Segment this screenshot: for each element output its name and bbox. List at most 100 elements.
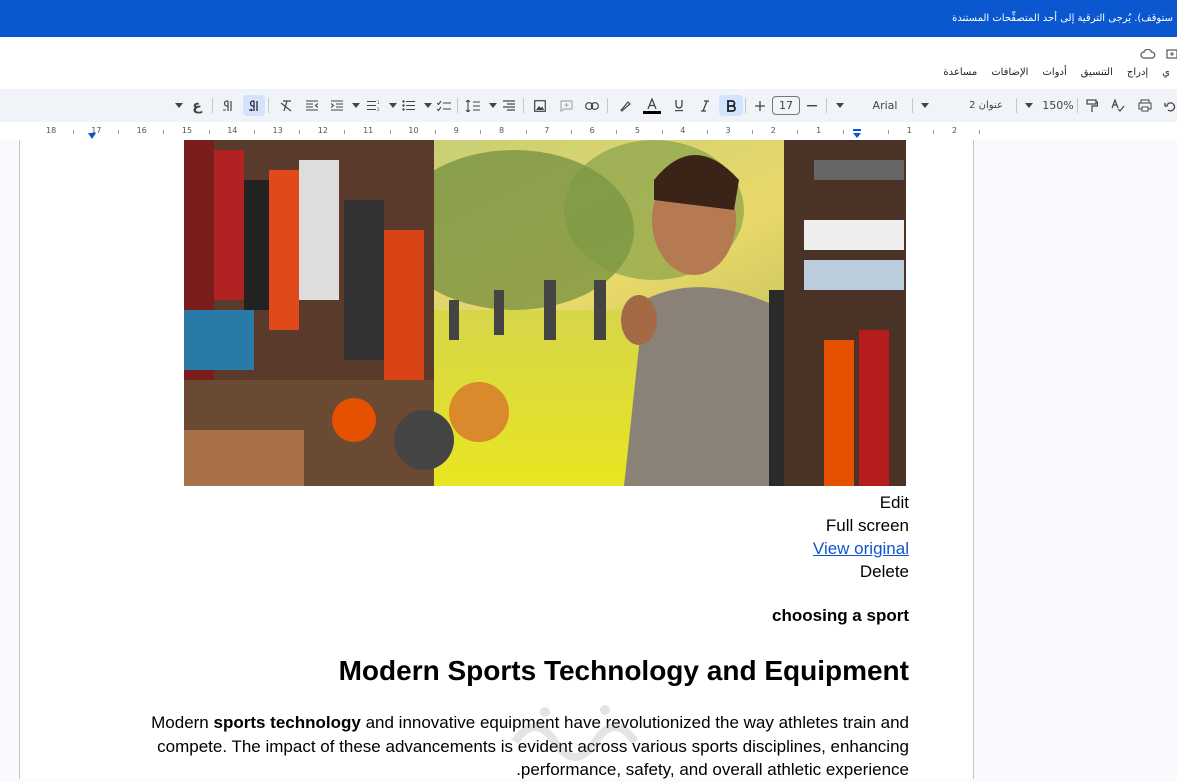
ruler-tick [389, 130, 391, 134]
chevron-down-icon[interactable] [1024, 95, 1034, 116]
indent-icon[interactable] [329, 95, 345, 116]
ruler-label: 17 [91, 126, 102, 135]
ruler-tick [208, 130, 210, 134]
document-image[interactable] [184, 140, 906, 486]
ruler-label: 15 [181, 126, 193, 135]
increase-font-size-button[interactable] [753, 95, 767, 116]
ruler-label: 14 [227, 126, 238, 135]
image-menu-delete[interactable]: Delete [860, 562, 909, 582]
font-size-input[interactable]: 17 [772, 96, 800, 115]
bold-button[interactable] [719, 95, 743, 116]
style-value: عنوان 2 [969, 100, 1003, 111]
ruler-label: 11 [363, 126, 374, 135]
zoom-select[interactable]: 150% [1042, 95, 1074, 116]
text-color-button[interactable] [643, 95, 661, 116]
chevron-down-icon[interactable] [174, 95, 184, 116]
ruler-tick [253, 130, 255, 134]
banner-text: ستوقف). يُرجى الترقية إلى أحد المتصفِّحا… [952, 13, 1173, 24]
menu-item-format[interactable]: التنسيق [1074, 67, 1120, 83]
menu-item-tools[interactable]: أدوات [1035, 67, 1073, 83]
style-select[interactable]: عنوان 2 [962, 95, 1010, 116]
separator [826, 98, 827, 113]
ruler-tick [797, 130, 799, 134]
ltr-text-button[interactable] [220, 95, 236, 116]
ruler-label: 12 [317, 126, 328, 135]
ruler-tick [117, 130, 119, 134]
heading: Modern Sports Technology and Equipment [338, 655, 909, 686]
horizontal-ruler[interactable]: 18 17 16 15 14 13 12 11 10 9 8 7 6 5 4 3 2 1 1 2 [0, 122, 1177, 140]
para-bold-text: sports technology [213, 713, 361, 732]
numbered-list-icon[interactable]: 12 [365, 95, 381, 116]
checklist-icon[interactable] [435, 95, 453, 116]
para-text: Modern [151, 713, 214, 732]
separator [607, 98, 608, 113]
link-icon[interactable] [583, 95, 601, 116]
chevron-down-icon[interactable] [835, 95, 845, 116]
ruler-tick [299, 130, 301, 134]
ruler-label: 9 [453, 126, 459, 135]
bulleted-list-icon[interactable] [400, 95, 416, 116]
toolbar: 150% عنوان 2 Arial 17 12 ع [0, 89, 1177, 122]
ruler-label: 6 [589, 126, 595, 135]
move-icon[interactable] [1166, 48, 1177, 60]
ruler-label: 5 [634, 126, 640, 135]
ruler-tick [616, 130, 618, 134]
chevron-down-icon[interactable] [423, 95, 433, 116]
title-bar: ي إدراج التنسيق أدوات الإضافات مساعدة [0, 37, 1177, 89]
ruler-tick [752, 130, 754, 134]
insert-image-icon[interactable] [532, 95, 548, 116]
chevron-down-icon[interactable] [488, 95, 498, 116]
font-select[interactable]: Arial [864, 95, 906, 116]
chevron-down-icon[interactable] [920, 95, 930, 116]
ruler-tick [163, 130, 165, 134]
chevron-down-icon[interactable] [351, 95, 361, 116]
paint-format-icon[interactable] [1084, 95, 1100, 116]
upgrade-banner: ستوقف). يُرجى الترقية إلى أحد المتصفِّحا… [0, 0, 1177, 37]
undo-icon[interactable] [1163, 95, 1177, 116]
menu-item-view[interactable]: ي [1155, 67, 1177, 83]
rtl-text-button[interactable] [243, 95, 265, 116]
image-menu-full-screen[interactable]: Full screen [826, 516, 909, 536]
spellcheck-icon[interactable] [1110, 95, 1126, 116]
clear-formatting-icon[interactable] [278, 95, 294, 116]
input-tools-button[interactable]: ع [189, 95, 205, 116]
ruler-label: 4 [680, 126, 686, 135]
ruler-label: 2 [770, 126, 776, 135]
menu-item-insert[interactable]: إدراج [1120, 67, 1155, 83]
ruler-tick [72, 130, 74, 134]
line-spacing-icon[interactable] [464, 95, 482, 116]
chevron-down-icon[interactable] [388, 95, 398, 116]
menu-item-help[interactable]: مساعدة [936, 67, 984, 83]
ruler-tick [525, 130, 527, 134]
ruler-label: 3 [725, 126, 731, 135]
font-value: Arial [872, 99, 898, 112]
font-size-value: 17 [779, 99, 793, 112]
italic-button[interactable] [697, 95, 713, 116]
zoom-value: 150% [1042, 99, 1074, 112]
left-indent-marker-icon[interactable] [852, 129, 862, 139]
align-right-icon[interactable] [501, 95, 517, 116]
add-comment-icon[interactable] [557, 95, 575, 116]
ruler-tick [480, 130, 482, 134]
ruler-label: 1 [816, 126, 822, 135]
cloud-saved-icon[interactable] [1140, 49, 1156, 59]
ruler-label: 16 [136, 126, 147, 135]
watermark-logo-icon [511, 705, 639, 761]
decrease-font-size-button[interactable] [805, 95, 819, 116]
ruler-label: 18 [46, 126, 57, 135]
ruler-tick [706, 130, 708, 134]
menu-item-extensions[interactable]: الإضافات [984, 67, 1035, 83]
ruler-label: 7 [544, 126, 550, 135]
ruler-tick [344, 130, 346, 134]
ruler-tick [435, 130, 437, 134]
separator [523, 98, 524, 113]
outdent-icon[interactable] [304, 95, 320, 116]
separator [457, 98, 458, 113]
image-menu-view-original[interactable]: View original [813, 539, 909, 559]
svg-text:2: 2 [377, 107, 380, 111]
highlight-color-icon[interactable] [617, 95, 633, 116]
image-menu-edit[interactable]: Edit [880, 493, 909, 513]
underline-button[interactable] [671, 95, 687, 116]
separator [268, 98, 269, 113]
print-icon[interactable] [1137, 95, 1153, 116]
